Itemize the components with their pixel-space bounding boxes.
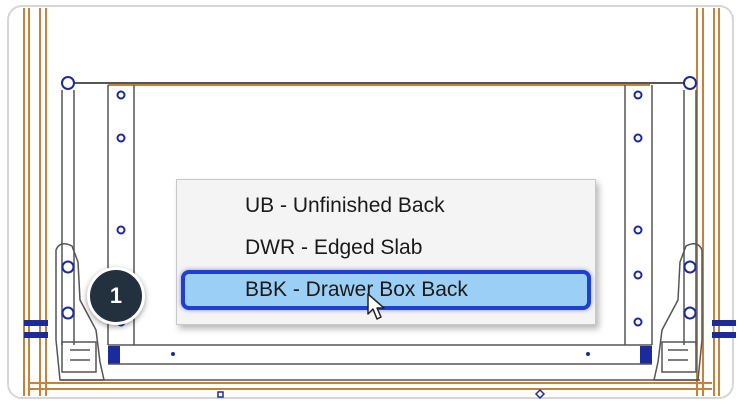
hinge-hole-icon bbox=[683, 76, 697, 90]
cabinet-bottom-panel bbox=[30, 382, 712, 390]
hinge-hole-icon bbox=[683, 306, 697, 320]
hinge-hole-icon bbox=[61, 76, 75, 90]
hinge-hole-icon bbox=[61, 260, 75, 274]
cabinet-drawing-view: UB - Unfinished Back DWR - Edged Slab BB… bbox=[0, 0, 739, 403]
mounting-hardware bbox=[24, 320, 736, 364]
menu-item-dwr-edged-slab[interactable]: DWR - Edged Slab bbox=[177, 228, 595, 268]
mouse-pointer-icon bbox=[367, 293, 385, 320]
menu-item-ub-unfinished-back[interactable]: UB - Unfinished Back bbox=[177, 186, 595, 226]
drawer-top-rail bbox=[61, 76, 697, 90]
right-drawer-slide bbox=[624, 85, 697, 345]
hinge-hole-icon bbox=[61, 306, 75, 320]
drawer-bottom bbox=[60, 344, 700, 381]
hinge-hole-icon bbox=[683, 260, 697, 274]
right-slide-holes bbox=[633, 90, 643, 327]
step-number-badge: 1 bbox=[87, 267, 145, 325]
